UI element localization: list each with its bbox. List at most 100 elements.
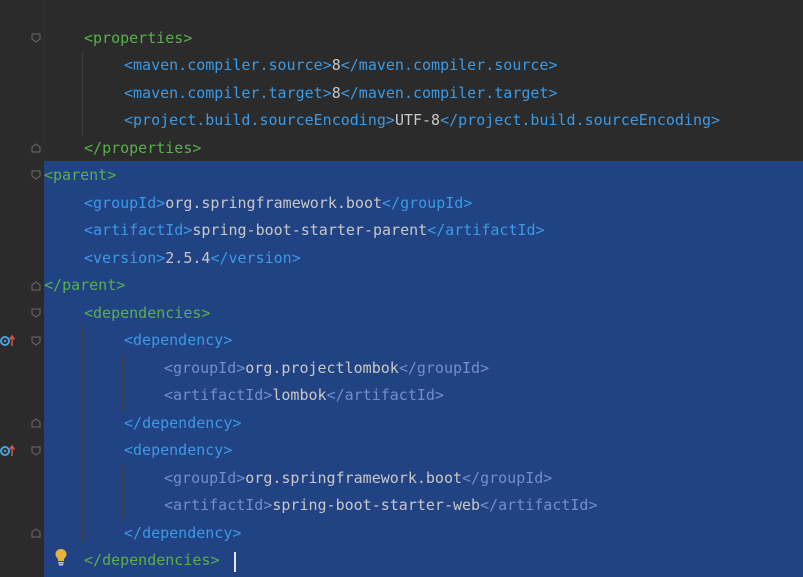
code-line[interactable]: <version>2.5.4</version> [84, 245, 301, 273]
indent-guide [82, 52, 83, 136]
code-line[interactable]: </dependency> [124, 410, 241, 438]
tag-close-bracket: > [116, 276, 126, 294]
code-line[interactable]: </dependencies> [84, 547, 219, 575]
lightbulb-icon[interactable] [54, 548, 68, 566]
tag-close-bracket: > [223, 331, 233, 349]
tag-name: dependency [142, 413, 233, 432]
fold-marker-icon[interactable] [31, 143, 41, 153]
code-line[interactable]: <dependencies> [84, 300, 210, 328]
tag-open-bracket: < [84, 248, 94, 267]
tag-name: artifactId [173, 386, 264, 404]
tag-close-bracket: > [210, 551, 220, 569]
tag-end: </artifactId> [480, 496, 598, 514]
tag-name: project.build.sourceEncoding [133, 111, 386, 129]
code-line[interactable]: <groupId>org.springframework.boot</group… [164, 465, 552, 493]
tag-end: </groupId> [462, 468, 553, 487]
indent-guide [82, 327, 83, 542]
tag-value: org.springframework.boot [165, 193, 383, 212]
code-line[interactable]: <artifactId>spring-boot-starter-web</art… [164, 492, 598, 520]
code-line[interactable]: <groupId>org.projectlombok</groupId> [164, 355, 489, 383]
tag-value: lombok [272, 386, 327, 404]
tag-close-bracket: > [183, 28, 193, 47]
tag-name: groupId [173, 468, 237, 487]
tag-name: maven.compiler.target [133, 83, 323, 102]
tag-name: properties [102, 138, 193, 157]
code-line[interactable]: <parent> [44, 162, 116, 190]
tag-open-bracket: < [124, 83, 134, 102]
tag-name: dependency [133, 331, 224, 349]
tag-open-bracket: </ [124, 413, 143, 432]
fold-marker-icon[interactable] [31, 33, 41, 43]
code-line[interactable]: <maven.compiler.target>8</maven.compiler… [124, 80, 558, 108]
tag-name: dependencies [93, 303, 202, 322]
tag-open-bracket: </ [124, 523, 143, 542]
fold-marker-icon[interactable] [31, 418, 41, 428]
tag-name: parent [62, 276, 117, 294]
tag-close-bracket: > [236, 358, 246, 377]
tag-open-bracket: < [164, 468, 174, 487]
code-line[interactable]: <properties> [84, 25, 192, 53]
tag-open-bracket: < [164, 358, 174, 377]
tag-end: </project.build.sourceEncoding> [440, 111, 721, 129]
tag-close-bracket: > [232, 413, 242, 432]
tag-close-bracket: > [322, 83, 332, 102]
tag-close-bracket: > [322, 56, 332, 74]
code-line[interactable]: </properties> [84, 135, 201, 163]
tag-open-bracket: < [164, 496, 174, 514]
tag-value: 8 [331, 56, 341, 74]
code-line[interactable]: </dependency> [124, 520, 241, 548]
tag-close-bracket: > [236, 468, 246, 487]
tag-end: </maven.compiler.source> [340, 56, 558, 74]
code-line[interactable]: <groupId>org.springframework.boot</group… [84, 190, 472, 218]
tag-value: spring-boot-starter-parent [192, 221, 428, 239]
tag-open-bracket: </ [84, 138, 103, 157]
code-line[interactable]: <artifactId>spring-boot-starter-parent</… [84, 217, 545, 245]
fold-marker-icon[interactable] [31, 281, 41, 291]
tag-name: properties [93, 28, 184, 47]
tag-open-bracket: < [84, 303, 94, 322]
indent-guide [122, 355, 123, 411]
tag-value: org.springframework.boot [245, 468, 463, 487]
code-line[interactable]: <project.build.sourceEncoding>UTF-8</pro… [124, 107, 720, 135]
tag-end: </maven.compiler.target> [340, 83, 558, 102]
tag-name: groupId [173, 358, 237, 377]
tag-close-bracket: > [385, 111, 395, 129]
tag-open-bracket: < [124, 331, 134, 349]
tag-open-bracket: < [124, 111, 134, 129]
tag-close-bracket: > [223, 441, 233, 459]
tag-close-bracket: > [156, 193, 166, 212]
text-caret [234, 552, 236, 572]
tag-name: dependency [142, 523, 233, 542]
run-gutter-icon[interactable] [0, 334, 16, 348]
tag-value: 8 [331, 83, 341, 102]
fold-marker-icon[interactable] [31, 446, 41, 456]
tag-value: 2.5.4 [165, 248, 211, 267]
tag-close-bracket: > [156, 248, 166, 267]
tag-open-bracket: </ [84, 551, 103, 569]
fold-marker-icon[interactable] [31, 528, 41, 538]
code-line[interactable]: <dependency> [124, 437, 232, 465]
code-editor[interactable]: <properties> <maven.compiler.source>8</ma… [0, 0, 803, 577]
code-line[interactable]: <dependency> [124, 327, 232, 355]
tag-name: artifactId [173, 496, 264, 514]
tag-open-bracket: < [84, 193, 94, 212]
tag-name: artifactId [93, 221, 184, 239]
tag-close-bracket: > [192, 138, 202, 157]
fold-marker-icon[interactable] [31, 308, 41, 318]
tag-name: maven.compiler.source [133, 56, 323, 74]
tag-name: dependencies [102, 551, 211, 569]
code-line[interactable]: </parent> [44, 272, 125, 300]
code-line[interactable]: <maven.compiler.source>8</maven.compiler… [124, 52, 558, 80]
tag-end: </groupId> [382, 193, 473, 212]
tag-value: org.projectlombok [245, 358, 399, 377]
tag-open-bracket: < [84, 28, 94, 47]
tag-name: groupId [93, 193, 157, 212]
run-gutter-icon[interactable] [0, 444, 16, 458]
tag-name: version [93, 248, 157, 267]
tag-open-bracket: </ [44, 276, 63, 294]
tag-name: parent [53, 166, 108, 184]
fold-marker-icon[interactable] [31, 170, 41, 180]
code-line[interactable]: <artifactId>lombok</artifactId> [164, 382, 444, 410]
tag-end: </artifactId> [427, 221, 545, 239]
fold-marker-icon[interactable] [31, 336, 41, 346]
